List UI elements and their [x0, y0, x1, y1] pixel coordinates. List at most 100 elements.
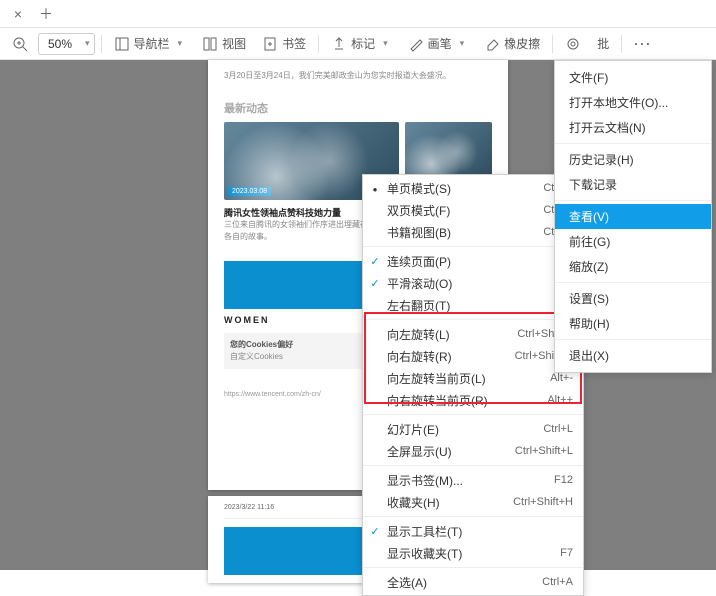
menu-separator: [363, 567, 583, 568]
check-icon: [367, 254, 383, 268]
zoom-value: 50%: [39, 37, 81, 51]
toolbar-separator: [101, 35, 102, 53]
settings-icon[interactable]: [559, 31, 587, 57]
menu-item-history[interactable]: 历史记录(H): [555, 147, 711, 172]
menu-label: 查看(V): [569, 208, 609, 225]
menu-item-rotate-right[interactable]: 向右旋转(R)Ctrl+Shift++: [363, 345, 583, 367]
toolbar-separator: [318, 35, 319, 53]
brush-button[interactable]: 画笔 ▾: [402, 31, 475, 57]
menu-item-view[interactable]: 查看(V): [555, 204, 711, 229]
menu-label: 全屏显示(U): [387, 443, 515, 460]
menu-label: 连续页面(P): [387, 253, 573, 270]
menu-item-file[interactable]: 文件(F): [555, 65, 711, 90]
menu-item-settings[interactable]: 设置(S): [555, 286, 711, 311]
menu-shortcut: Ctrl+Shift+L: [515, 445, 573, 457]
menu-label: 历史记录(H): [569, 151, 634, 168]
menu-item-show-bookmarks[interactable]: 显示书签(M)...F12: [363, 469, 583, 491]
menu-label: 双页模式(F): [387, 202, 543, 219]
menu-item-help[interactable]: 帮助(H): [555, 311, 711, 336]
page-topline: 3月20日至3月24日，我们完美邮政金山为您实时报道大会盛况。: [224, 70, 492, 82]
batch-label: 批: [597, 35, 609, 52]
menu-item-single-page[interactable]: 单页模式(S)Ctrl+6: [363, 177, 583, 199]
menu-label: 下载记录: [569, 176, 617, 193]
eraser-button[interactable]: 橡皮擦: [478, 31, 546, 57]
menu-item-exit[interactable]: 退出(X): [555, 343, 711, 368]
new-tab-icon[interactable]: ＋: [36, 4, 56, 24]
main-menu-dropdown: 文件(F) 打开本地文件(O)... 打开云文档(N) 历史记录(H) 下载记录…: [554, 60, 712, 373]
menu-item-lr-flip[interactable]: 左右翻页(T): [363, 294, 583, 316]
menu-separator: [555, 143, 711, 144]
view-submenu: 单页模式(S)Ctrl+6 双页模式(F)Ctrl+7 书籍视图(B)Ctrl+…: [362, 174, 584, 596]
menu-label: 幻灯片(E): [387, 421, 543, 438]
menu-label: 左右翻页(T): [387, 297, 573, 314]
menu-label: 向右旋转(R): [387, 348, 515, 365]
tab-strip: × ＋: [0, 0, 716, 28]
menu-item-rotate-left[interactable]: 向左旋转(L)Ctrl+Shift+-: [363, 323, 583, 345]
menu-label: 设置(S): [569, 290, 609, 307]
bookmark-button[interactable]: 书签: [256, 31, 312, 57]
bookmark-label: 书签: [282, 35, 306, 52]
menu-shortcut: Ctrl+A: [542, 576, 573, 588]
menu-separator: [363, 516, 583, 517]
mark-button[interactable]: 标记 ▾: [325, 31, 398, 57]
menu-item-zoom[interactable]: 缩放(Z): [555, 254, 711, 279]
menu-item-goto[interactable]: 前往(G): [555, 229, 711, 254]
menu-label: 全选(A): [387, 574, 542, 591]
menu-label: 显示收藏夹(T): [387, 545, 560, 562]
menu-label: 缩放(Z): [569, 258, 608, 275]
menu-shortcut: F7: [560, 547, 573, 559]
batch-button[interactable]: 批: [591, 31, 615, 57]
menu-item-rotate-right-current[interactable]: 向右旋转当前页(R)Alt++: [363, 389, 583, 411]
menu-item-book-view[interactable]: 书籍视图(B)Ctrl+8: [363, 221, 583, 243]
menu-item-double-page[interactable]: 双页模式(F)Ctrl+7: [363, 199, 583, 221]
menu-separator: [363, 319, 583, 320]
chevron-down-icon: ▾: [81, 38, 94, 49]
menu-item-downloads[interactable]: 下载记录: [555, 172, 711, 197]
chevron-down-icon: ▾: [174, 38, 187, 49]
menu-label: 单页模式(S): [387, 180, 543, 197]
menu-shortcut: Ctrl+Shift+H: [513, 496, 573, 508]
menu-label: 向左旋转(L): [387, 326, 517, 343]
menu-item-select-all[interactable]: 全选(A)Ctrl+A: [363, 571, 583, 593]
menu-label: 向右旋转当前页(R): [387, 392, 547, 409]
menu-item-continuous[interactable]: 连续页面(P): [363, 250, 583, 272]
nav-panel-label: 导航栏: [134, 35, 170, 52]
menu-shortcut: Alt+-: [550, 372, 573, 384]
menu-item-open-cloud[interactable]: 打开云文档(N): [555, 115, 711, 140]
menu-shortcut: Alt++: [547, 394, 573, 406]
chevron-down-icon: ▾: [456, 38, 469, 49]
nav-panel-button[interactable]: 导航栏 ▾: [108, 31, 193, 57]
check-icon: [367, 276, 383, 290]
brush-label: 画笔: [428, 35, 452, 52]
chevron-down-icon: ▾: [379, 38, 392, 49]
zoom-select[interactable]: 50% ▾: [38, 33, 95, 55]
menu-item-slideshow[interactable]: 幻灯片(E)Ctrl+L: [363, 418, 583, 440]
menu-label: 帮助(H): [569, 315, 610, 332]
menu-separator: [555, 200, 711, 201]
radio-dot-icon: [367, 181, 383, 195]
menu-item-show-toolbar[interactable]: 显示工具栏(T): [363, 520, 583, 542]
menu-label: 收藏夹(H): [387, 494, 513, 511]
view-button[interactable]: 视图: [196, 31, 252, 57]
menu-separator: [363, 414, 583, 415]
menu-separator: [363, 246, 583, 247]
menu-item-smooth-scroll[interactable]: 平滑滚动(O): [363, 272, 583, 294]
view-label: 视图: [222, 35, 246, 52]
menu-item-fullscreen[interactable]: 全屏显示(U)Ctrl+Shift+L: [363, 440, 583, 462]
mark-label: 标记: [351, 35, 375, 52]
photo-thumb: [405, 122, 492, 182]
menu-label: 打开云文档(N): [569, 119, 646, 136]
menu-label: 显示工具栏(T): [387, 523, 573, 540]
zoom-in-icon[interactable]: [6, 31, 34, 57]
menu-item-open-local[interactable]: 打开本地文件(O)...: [555, 90, 711, 115]
menu-separator: [363, 465, 583, 466]
more-icon[interactable]: ···: [628, 31, 658, 57]
toolbar-separator: [552, 35, 553, 53]
menu-label: 显示书签(M)...: [387, 472, 554, 489]
menu-label: 打开本地文件(O)...: [569, 94, 668, 111]
menu-item-rotate-left-current[interactable]: 向左旋转当前页(L)Alt+-: [363, 367, 583, 389]
page2-timestamp: 2023/3/22 11:16: [224, 504, 274, 514]
menu-item-favorites[interactable]: 收藏夹(H)Ctrl+Shift+H: [363, 491, 583, 513]
close-tab-icon[interactable]: ×: [8, 4, 28, 24]
menu-item-show-favorites[interactable]: 显示收藏夹(T)F7: [363, 542, 583, 564]
